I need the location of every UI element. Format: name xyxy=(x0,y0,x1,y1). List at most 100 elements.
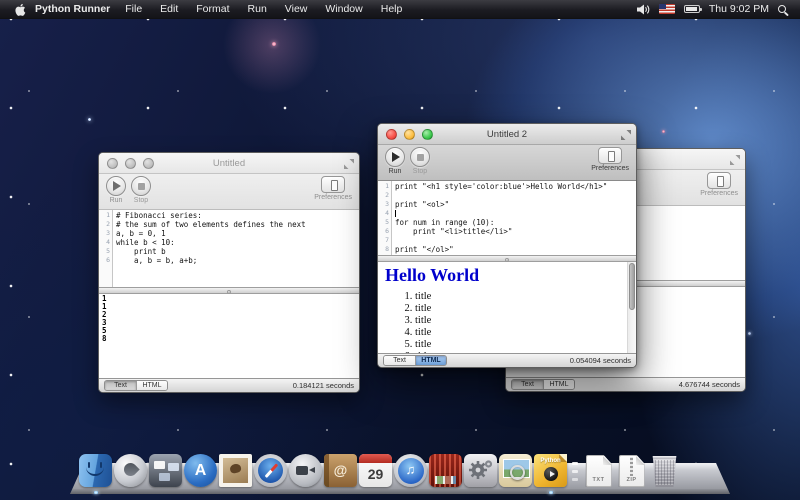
tab-text[interactable]: Text xyxy=(105,381,136,390)
code-line: 1 print "<h1 style='color:blue'>Hello Wo… xyxy=(378,182,636,191)
dock-item-mail[interactable] xyxy=(218,454,253,487)
code-line: 6 print "<li>title</li>" xyxy=(378,227,636,236)
window-untitled-2[interactable]: Untitled 2 Run Stop Preferences 1 print … xyxy=(377,123,637,368)
code-line: 2 xyxy=(378,191,636,200)
menubar-menu[interactable]: File xyxy=(116,3,151,15)
status-bar: Text HTML 0.184121 seconds xyxy=(99,378,359,392)
stop-button[interactable]: Stop xyxy=(410,147,430,175)
scrollbar-thumb[interactable] xyxy=(629,263,635,310)
dock-item-ical[interactable]: 29 xyxy=(358,454,393,487)
battery-icon[interactable] xyxy=(684,5,700,13)
dock-item-mission-control[interactable] xyxy=(148,454,183,487)
code-editor[interactable]: 1 # Fibonacci series: 2 # the sum of two… xyxy=(99,210,359,287)
rendered-list-item: title xyxy=(415,327,636,339)
facetime-icon xyxy=(289,454,322,487)
output-line: 8 xyxy=(102,335,359,343)
dock-item-address-book[interactable]: @ xyxy=(323,454,358,487)
volume-icon[interactable] xyxy=(637,4,650,15)
system-preferences-icon xyxy=(464,454,497,487)
fullscreen-icon[interactable] xyxy=(621,130,631,140)
splitter[interactable] xyxy=(378,255,636,262)
calendar-icon: 29 xyxy=(359,454,392,487)
menubar-menu[interactable]: Run xyxy=(239,3,276,15)
zipper-icon xyxy=(630,457,633,476)
run-button[interactable]: Run xyxy=(106,176,126,204)
dock-item-system-preferences[interactable] xyxy=(463,454,498,487)
menubar-menu[interactable]: View xyxy=(276,3,317,15)
input-source-flag-icon[interactable] xyxy=(659,4,675,14)
code-editor[interactable]: 1 print "<h1 style='color:blue'>Hello Wo… xyxy=(378,181,636,255)
apple-menu-icon[interactable] xyxy=(13,2,26,17)
dock-item-app-store[interactable]: A xyxy=(183,454,218,487)
menu-bar: Python Runner FileEditFormatRunViewWindo… xyxy=(0,0,800,19)
splitter[interactable] xyxy=(99,287,359,294)
menubar-menu[interactable]: Help xyxy=(372,3,412,15)
output-line: 3 xyxy=(102,319,359,327)
splitter-dimple xyxy=(505,258,509,262)
preferences-button[interactable]: Preferences xyxy=(700,172,738,197)
line-number: 6 xyxy=(99,256,112,265)
dock-item-trash[interactable] xyxy=(648,454,681,487)
active-app-name[interactable]: Python Runner xyxy=(35,3,110,15)
menubar-menu[interactable]: Format xyxy=(187,3,238,15)
preferences-button[interactable]: Preferences xyxy=(591,147,629,172)
tab-text[interactable]: Text xyxy=(384,356,415,365)
dock-item-facetime[interactable] xyxy=(288,454,323,487)
preferences-icon xyxy=(707,172,731,189)
star xyxy=(748,332,751,335)
run-button[interactable]: Run xyxy=(385,147,405,175)
rendered-list-item: title xyxy=(415,291,636,303)
code-line: 3 print "<ol>" xyxy=(378,200,636,209)
code-line: 1 # Fibonacci series: xyxy=(99,211,359,220)
address-book-icon: @ xyxy=(324,454,357,487)
menubar-menu[interactable]: Edit xyxy=(151,3,187,15)
preferences-button[interactable]: Preferences xyxy=(314,176,352,201)
tab-text[interactable]: Text xyxy=(512,380,543,389)
window-untitled[interactable]: Untitled Run Stop Preferences 1 # Fibona… xyxy=(98,152,360,393)
code-text xyxy=(391,191,395,200)
dock-item-finder[interactable] xyxy=(78,454,113,487)
titlebar[interactable]: Untitled 2 xyxy=(378,124,636,145)
play-icon xyxy=(113,181,121,191)
output-line: 2 xyxy=(102,311,359,319)
window-title: Untitled xyxy=(99,153,359,174)
dock-item-zip-file[interactable]: ZIP xyxy=(615,454,648,487)
finder-icon xyxy=(79,454,112,487)
code-line: 5 print b xyxy=(99,247,359,256)
output-scrollbar[interactable] xyxy=(627,262,636,353)
tab-html[interactable]: HTML xyxy=(136,381,167,390)
output-pane[interactable]: Hello World titletitletitletitletitletit… xyxy=(378,262,636,353)
line-number: 1 xyxy=(378,182,391,191)
rendered-html-heading: Hello World xyxy=(385,265,636,286)
stop-button[interactable]: Stop xyxy=(131,176,151,204)
spotlight-icon[interactable] xyxy=(778,5,786,13)
dock-item-python-runner[interactable]: Python xyxy=(533,454,568,487)
titlebar[interactable]: Untitled xyxy=(99,153,359,174)
code-text: a, b = b, a+b; xyxy=(112,256,197,265)
tab-html[interactable]: HTML xyxy=(415,356,446,365)
fullscreen-icon[interactable] xyxy=(344,159,354,169)
dock-item-itunes[interactable]: ♫ xyxy=(393,454,428,487)
star xyxy=(272,42,276,46)
code-text: a, b = 0, 1 xyxy=(112,229,166,238)
code-line: 3 a, b = 0, 1 xyxy=(99,229,359,238)
code-text xyxy=(391,236,395,245)
dock-item-safari[interactable] xyxy=(253,454,288,487)
output-pane[interactable]: 112358 xyxy=(99,294,359,378)
status-bar: Text HTML 0.054094 seconds xyxy=(378,353,636,367)
splitter-dimple xyxy=(227,290,231,294)
dock-item-launchpad[interactable] xyxy=(113,454,148,487)
photo-booth-icon xyxy=(429,454,462,487)
play-icon xyxy=(392,152,400,162)
dock-item-preview[interactable] xyxy=(498,454,533,487)
menubar-menu[interactable]: Window xyxy=(316,3,371,15)
menubar-clock[interactable]: Thu 9:02 PM xyxy=(709,3,769,15)
dock-item-photo-booth[interactable] xyxy=(428,454,463,487)
dock-item-txt-file[interactable]: TXT xyxy=(582,454,615,487)
fullscreen-icon[interactable] xyxy=(730,155,740,165)
tab-html[interactable]: HTML xyxy=(543,380,574,389)
play-icon xyxy=(550,471,555,477)
mail-icon xyxy=(219,454,252,487)
output-mode-tabs: Text HTML xyxy=(511,379,575,390)
code-line: 6 a, b = b, a+b; xyxy=(99,256,359,265)
